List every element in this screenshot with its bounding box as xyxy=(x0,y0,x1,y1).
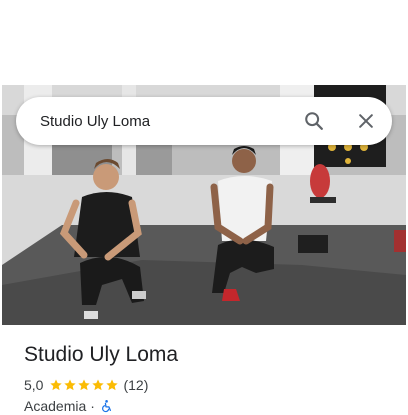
search-button[interactable] xyxy=(294,101,334,141)
rating-row[interactable]: 5,0 (12) xyxy=(24,376,148,394)
search-bar[interactable]: Studio Uly Loma xyxy=(16,97,392,145)
place-title: Studio Uly Loma xyxy=(24,343,179,366)
star-icon xyxy=(106,379,119,391)
search-icon xyxy=(305,112,323,130)
wheelchair-accessible-icon xyxy=(102,400,111,413)
search-input[interactable]: Studio Uly Loma xyxy=(40,113,294,130)
separator-dot: · xyxy=(90,398,95,414)
rating-value: 5,0 xyxy=(24,377,44,393)
star-icon xyxy=(92,379,105,391)
star-icon xyxy=(64,379,77,391)
close-button[interactable] xyxy=(346,101,386,141)
place-category: Academia xyxy=(24,398,87,414)
star-icon xyxy=(50,379,63,391)
review-count[interactable]: (12) xyxy=(123,377,148,393)
category-row: Academia · xyxy=(24,397,113,415)
star-icon xyxy=(78,379,91,391)
close-icon xyxy=(359,114,373,128)
star-rating xyxy=(49,378,119,392)
